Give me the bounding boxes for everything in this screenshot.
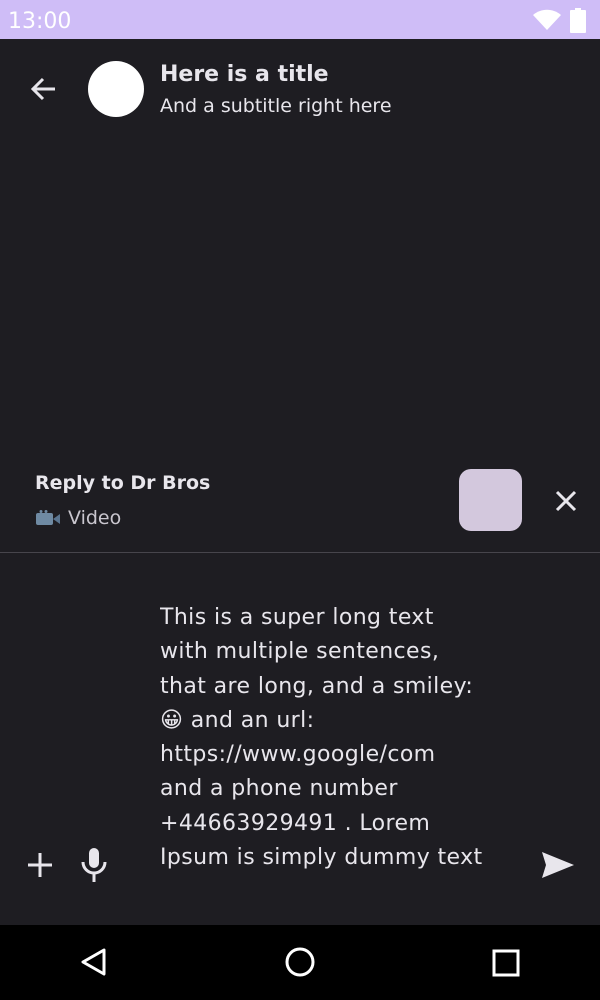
- nav-home-icon[interactable]: [284, 946, 316, 978]
- add-attachment-button[interactable]: [24, 849, 56, 881]
- reply-title: Reply to Dr Bros: [35, 472, 211, 494]
- voice-message-button[interactable]: [79, 846, 109, 884]
- nav-back-icon[interactable]: [80, 947, 108, 977]
- top-app-bar: Here is a title And a subtitle right her…: [0, 39, 600, 139]
- message-composer: This is a super long text with multiple …: [0, 553, 600, 925]
- send-button[interactable]: [540, 850, 576, 880]
- message-input[interactable]: This is a super long text with multiple …: [160, 601, 515, 899]
- wifi-icon: [533, 9, 561, 30]
- back-button[interactable]: [24, 69, 64, 109]
- battery-icon: [570, 8, 586, 33]
- video-camera-icon: [36, 510, 60, 525]
- reply-thumbnail: [459, 469, 522, 531]
- plus-icon: [28, 853, 52, 877]
- page-title: Here is a title: [160, 62, 329, 87]
- reply-media-label: Video: [68, 507, 122, 529]
- close-icon: [555, 490, 577, 512]
- status-time: 13:00: [8, 9, 72, 34]
- reply-preview: Reply to Dr Bros Video: [0, 455, 600, 552]
- send-icon: [542, 852, 574, 878]
- status-bar: 13:00: [0, 0, 600, 39]
- nav-recents-icon[interactable]: [492, 949, 520, 977]
- page-subtitle: And a subtitle right here: [160, 95, 392, 117]
- system-navigation-bar: [0, 925, 600, 1000]
- microphone-icon: [81, 848, 107, 882]
- arrow-back-icon: [30, 77, 55, 101]
- close-reply-button[interactable]: [550, 485, 582, 517]
- avatar[interactable]: [88, 61, 144, 117]
